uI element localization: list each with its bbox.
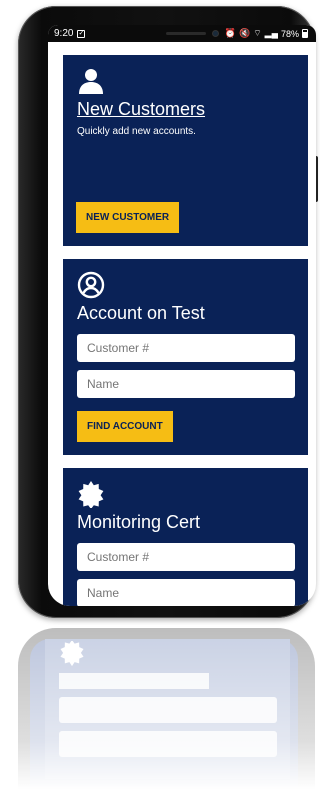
alarm-icon: ⏰	[224, 28, 236, 38]
new-customers-subtitle: Quickly add new accounts.	[77, 126, 196, 137]
status-right: ⏰ 🔇 ⌔ ▂▄ 78%	[225, 28, 308, 39]
new-customers-link[interactable]: New Customers	[77, 99, 294, 120]
phone-reflection	[18, 628, 315, 789]
front-camera	[212, 30, 219, 37]
find-account-button[interactable]: FIND ACCOUNT	[77, 411, 173, 442]
signal-icon: ▂▄	[264, 28, 278, 38]
reflection-fade	[18, 628, 315, 789]
phone-screen: 9:20 ✓ ⏰ 🔇 ⌔ ▂▄ 78% New Customers Quickl…	[48, 25, 316, 606]
account-on-test-card: Account on Test FIND ACCOUNT	[63, 259, 308, 455]
battery-percent: 78%	[280, 28, 299, 39]
user-circle-icon	[77, 271, 105, 299]
status-bar: 9:20 ✓ ⏰ 🔇 ⌔ ▂▄ 78%	[48, 25, 316, 42]
name-input[interactable]	[77, 370, 295, 398]
status-time: 9:20	[54, 28, 74, 39]
phone-frame: 9:20 ✓ ⏰ 🔇 ⌔ ▂▄ 78% New Customers Quickl…	[18, 6, 318, 618]
wifi-icon: ⌔	[253, 28, 262, 38]
monitoring-customer-number-input[interactable]	[77, 543, 295, 571]
notification-icon: ✓	[77, 29, 86, 38]
account-on-test-title: Account on Test	[77, 303, 205, 323]
person-icon	[79, 69, 103, 94]
speaker-grille	[166, 32, 206, 35]
monitoring-name-input[interactable]	[77, 579, 295, 606]
app-content: New Customers Quickly add new accounts. …	[48, 42, 316, 606]
battery-icon	[302, 29, 308, 38]
monitoring-cert-title: Monitoring Cert	[77, 512, 201, 532]
customer-number-input[interactable]	[77, 334, 295, 362]
monitoring-cert-card: Monitoring Cert	[63, 468, 308, 606]
new-customer-button[interactable]: NEW CUSTOMER	[76, 202, 180, 233]
new-customers-card: New Customers Quickly add new accounts. …	[63, 55, 308, 246]
mute-icon: 🔇	[238, 28, 251, 38]
badge-icon	[78, 481, 104, 508]
